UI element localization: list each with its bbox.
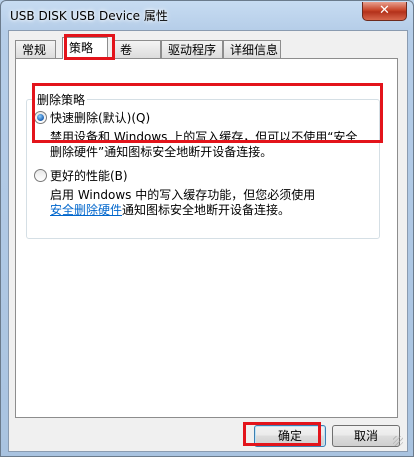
tab-volumes[interactable]: 卷 — [113, 40, 161, 58]
window-title: USB DISK USB Device 属性 — [10, 9, 168, 23]
tab-details[interactable]: 详细信息 — [223, 40, 281, 58]
tab-driver[interactable]: 驱动程序 — [161, 40, 223, 58]
cancel-button[interactable]: 取消 — [332, 425, 400, 447]
tab-general[interactable]: 常规 — [15, 40, 56, 58]
better-performance-desc-line2-rest: 通知图标安全地断开设备连接。 — [122, 203, 291, 217]
safely-remove-hardware-link[interactable]: 安全删除硬件 — [50, 203, 122, 217]
properties-dialog: USB DISK USB Device 属性 ✕ 常规 策略 卷 驱动程序 详细… — [0, 0, 414, 457]
ok-button-highlight-box — [243, 422, 321, 446]
better-performance-radio[interactable] — [34, 169, 47, 182]
resize-grip[interactable] — [393, 436, 403, 446]
tab-highlight-box — [64, 34, 115, 60]
better-performance-desc-line2: 安全删除硬件通知图标安全地断开设备连接。 — [50, 203, 315, 218]
quick-removal-desc-line2: 删除硬件”通知图标安全地断开设备连接。 — [50, 145, 273, 159]
close-button[interactable]: ✕ — [362, 2, 407, 21]
better-performance-desc-line1: 启用 Windows 中的写入缓存功能，但您必须使用 — [50, 188, 316, 202]
better-performance-label[interactable]: 更好的性能(B) — [50, 167, 128, 184]
better-performance-description: 启用 Windows 中的写入缓存功能，但您必须使用 安全删除硬件通知图标安全地… — [50, 188, 315, 218]
quick-removal-highlight-box — [32, 83, 383, 143]
title-bar[interactable]: USB DISK USB Device 属性 ✕ — [1, 1, 413, 29]
close-icon: ✕ — [379, 3, 390, 18]
